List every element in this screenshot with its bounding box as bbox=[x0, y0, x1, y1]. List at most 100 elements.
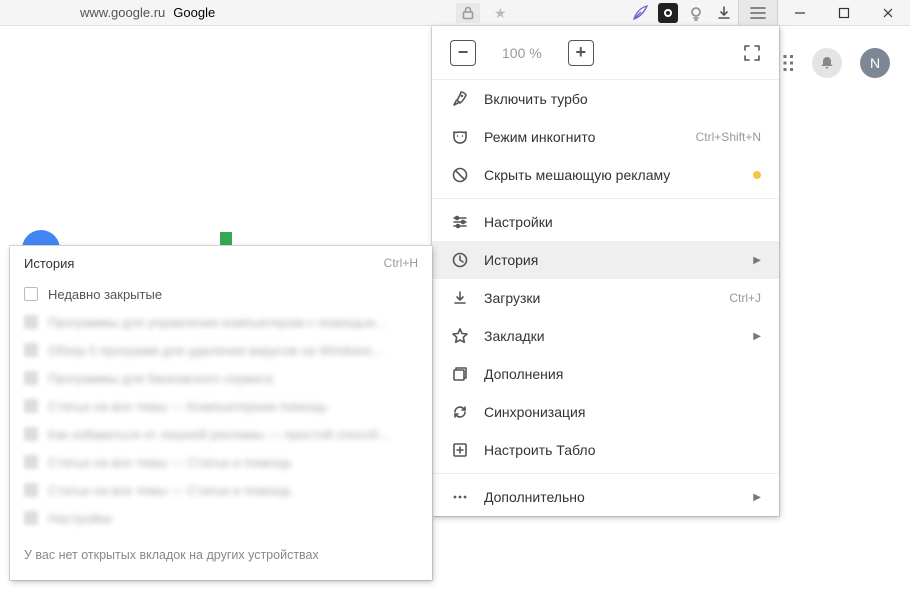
toolbar-extensions bbox=[630, 3, 734, 23]
item-label: Программы для управления компьютером с п… bbox=[48, 315, 388, 330]
chevron-right-icon: ▶ bbox=[753, 331, 761, 342]
item-label: Статьи на все темы — Статьи и помощь bbox=[48, 483, 292, 498]
menu-label: Загрузки bbox=[484, 290, 540, 306]
menu-settings[interactable]: Настройки bbox=[432, 203, 779, 241]
notifications-icon[interactable] bbox=[812, 48, 842, 78]
google-header-right: N bbox=[776, 48, 890, 78]
favicon-placeholder bbox=[24, 455, 38, 469]
menu-more[interactable]: Дополнительно ▶ bbox=[432, 478, 779, 516]
avatar-initial: N bbox=[870, 55, 880, 71]
bulb-extension-icon[interactable] bbox=[686, 3, 706, 23]
menu-history[interactable]: История ▶ bbox=[432, 241, 779, 279]
stack-icon bbox=[450, 365, 470, 383]
menu-label: Дополнения bbox=[484, 366, 563, 382]
menu-label: Синхронизация bbox=[484, 404, 585, 420]
menu-sync[interactable]: Синхронизация bbox=[432, 393, 779, 431]
menu-addons[interactable]: Дополнения bbox=[432, 355, 779, 393]
zoom-row: − 100 % + bbox=[432, 26, 779, 80]
menu-bookmarks[interactable]: Закладки ▶ bbox=[432, 317, 779, 355]
favicon-placeholder bbox=[24, 315, 38, 329]
favicon-placeholder bbox=[24, 399, 38, 413]
history-entry[interactable]: Статьи на все темы — Компьютерная помощь bbox=[10, 392, 432, 420]
menu-incognito[interactable]: Режим инкогнито Ctrl+Shift+N bbox=[432, 118, 779, 156]
bookmark-star-icon[interactable]: ★ bbox=[494, 5, 507, 22]
menu-label: Закладки bbox=[484, 328, 545, 344]
footer-text: У вас нет открытых вкладок на других уст… bbox=[24, 548, 319, 562]
warning-dot-icon bbox=[753, 171, 761, 179]
window-controls bbox=[778, 0, 910, 26]
menu-label: Включить турбо bbox=[484, 91, 588, 107]
favicon-placeholder bbox=[24, 343, 38, 357]
recently-closed-item[interactable]: Недавно закрытые bbox=[10, 280, 432, 308]
main-menu-button[interactable] bbox=[738, 0, 778, 26]
main-menu-dropdown: − 100 % + Включить турбо Режим инкогнито… bbox=[432, 26, 779, 516]
menu-separator bbox=[432, 198, 779, 199]
menu-hide-ads[interactable]: Скрыть мешающую рекламу bbox=[432, 156, 779, 194]
history-entry[interactable]: Программы для банковского сервиса bbox=[10, 364, 432, 392]
fullscreen-icon[interactable] bbox=[743, 44, 761, 62]
item-label: Недавно закрытые bbox=[48, 287, 162, 302]
menu-turbo[interactable]: Включить турбо bbox=[432, 80, 779, 118]
menu-label: Дополнительно bbox=[484, 489, 585, 505]
menu-label: Настройки bbox=[484, 214, 553, 230]
menu-separator bbox=[432, 473, 779, 474]
star-icon bbox=[450, 327, 470, 345]
item-label: Статьи на все темы — Компьютерная помощь bbox=[48, 399, 328, 414]
download-icon bbox=[450, 289, 470, 307]
item-label: Как избавиться от лишней рекламы — прост… bbox=[48, 427, 391, 442]
favicon-placeholder bbox=[24, 371, 38, 385]
item-label: Обзор 5 программ для удаления вирусов на… bbox=[48, 343, 385, 358]
clock-icon bbox=[450, 251, 470, 269]
history-footer: У вас нет открытых вкладок на других уст… bbox=[10, 532, 432, 580]
feather-extension-icon[interactable] bbox=[630, 3, 650, 23]
item-label: Программы для банковского сервиса bbox=[48, 371, 273, 386]
tab-icon bbox=[24, 287, 38, 301]
download-icon[interactable] bbox=[714, 3, 734, 23]
add-tile-icon bbox=[450, 441, 470, 459]
url-host: www.google.ru bbox=[80, 5, 165, 20]
block-icon bbox=[450, 166, 470, 184]
box-extension-icon[interactable] bbox=[658, 3, 678, 23]
history-shortcut: Ctrl+H bbox=[384, 256, 418, 270]
history-title: История bbox=[24, 256, 74, 271]
history-entry[interactable]: Статьи на все темы — Статьи и помощь bbox=[10, 448, 432, 476]
history-title-row[interactable]: История Ctrl+H bbox=[10, 246, 432, 280]
history-entry[interactable]: Как избавиться от лишней рекламы — прост… bbox=[10, 420, 432, 448]
google-logo-fragment-2 bbox=[220, 232, 232, 246]
menu-downloads[interactable]: Загрузки Ctrl+J bbox=[432, 279, 779, 317]
refresh-icon bbox=[450, 403, 470, 421]
lock-icon[interactable] bbox=[456, 3, 480, 23]
zoom-in-button[interactable]: + bbox=[568, 40, 594, 66]
menu-label: Скрыть мешающую рекламу bbox=[484, 167, 670, 183]
item-label: Настройки bbox=[48, 511, 112, 526]
avatar[interactable]: N bbox=[860, 48, 890, 78]
maximize-button[interactable] bbox=[822, 0, 866, 26]
favicon-placeholder bbox=[24, 483, 38, 497]
favicon-placeholder bbox=[24, 511, 38, 525]
history-entry[interactable]: Обзор 5 программ для удаления вирусов на… bbox=[10, 336, 432, 364]
page-title: Google bbox=[173, 5, 215, 20]
history-submenu: История Ctrl+H Недавно закрытые Программ… bbox=[10, 246, 432, 580]
minimize-button[interactable] bbox=[778, 0, 822, 26]
menu-label: История bbox=[484, 252, 538, 268]
address-bar[interactable]: www.google.ru Google bbox=[80, 5, 215, 20]
menu-label: Настроить Табло bbox=[484, 442, 596, 458]
address-bar-badges: ★ bbox=[456, 0, 507, 26]
mask-icon bbox=[450, 128, 470, 146]
zoom-value: 100 % bbox=[502, 45, 542, 61]
history-entry[interactable]: Статьи на все темы — Статьи и помощь bbox=[10, 476, 432, 504]
history-entry[interactable]: Программы для управления компьютером с п… bbox=[10, 308, 432, 336]
item-label: Статьи на все темы — Статьи и помощь bbox=[48, 455, 292, 470]
favicon-placeholder bbox=[24, 427, 38, 441]
rocket-icon bbox=[450, 90, 470, 108]
sliders-icon bbox=[450, 213, 470, 231]
menu-label: Режим инкогнито bbox=[484, 129, 595, 145]
zoom-out-button[interactable]: − bbox=[450, 40, 476, 66]
menu-shortcut: Ctrl+J bbox=[729, 291, 761, 305]
menu-tableau[interactable]: Настроить Табло bbox=[432, 431, 779, 469]
close-button[interactable] bbox=[866, 0, 910, 26]
dots-icon bbox=[450, 488, 470, 506]
chevron-right-icon: ▶ bbox=[753, 492, 761, 503]
menu-shortcut: Ctrl+Shift+N bbox=[696, 130, 761, 144]
history-entry[interactable]: Настройки bbox=[10, 504, 432, 532]
